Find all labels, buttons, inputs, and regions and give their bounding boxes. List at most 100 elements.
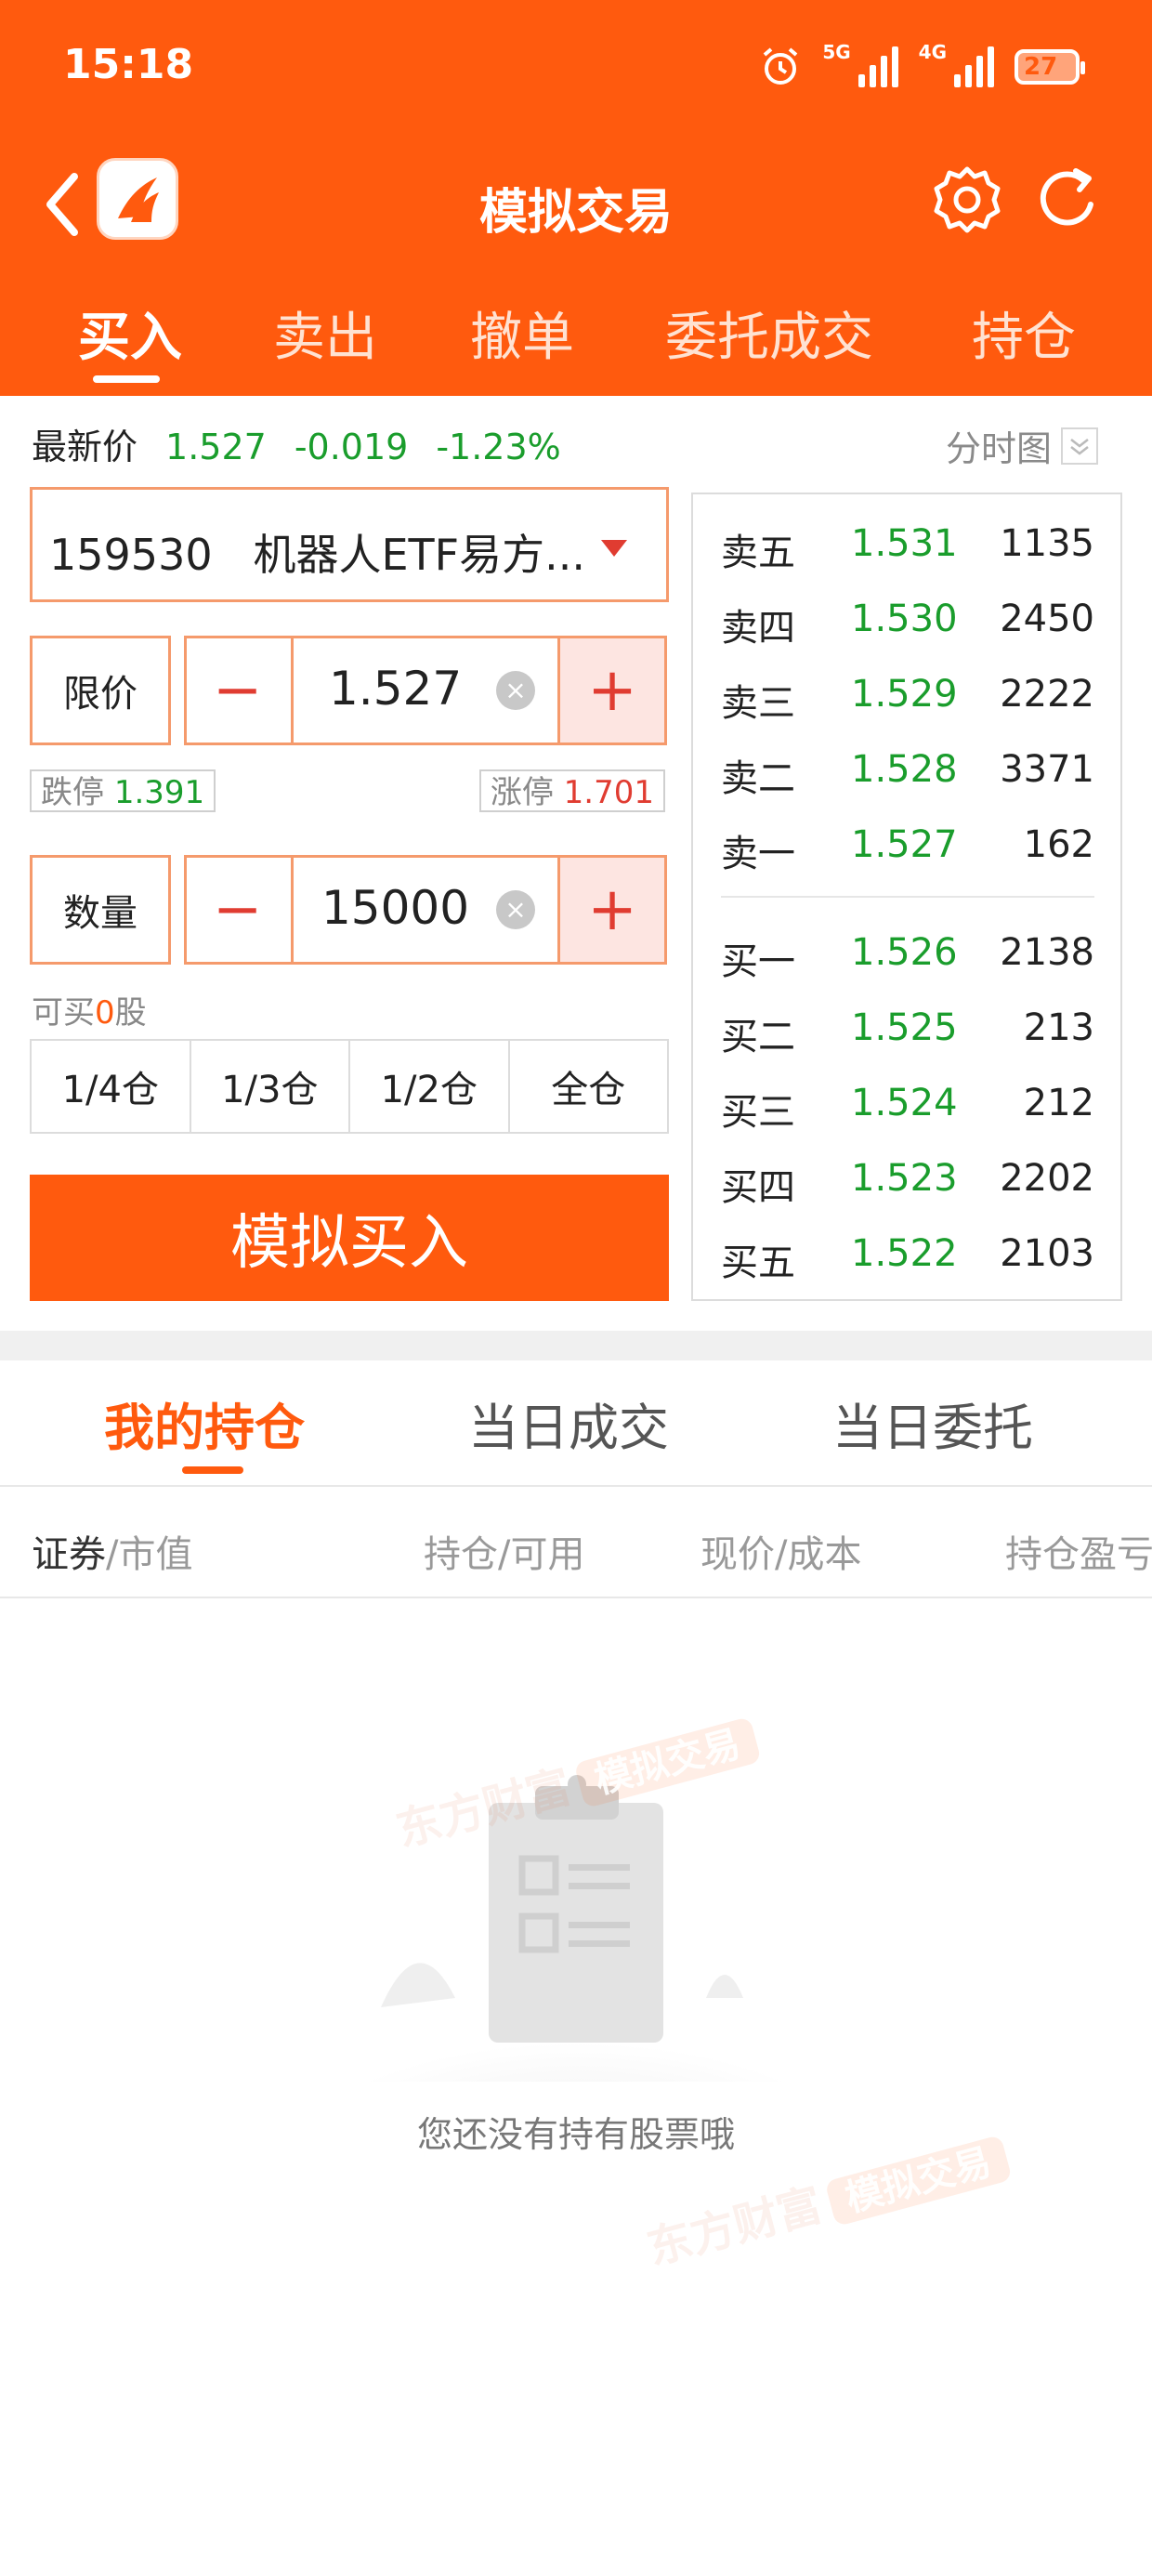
tab-buy[interactable]: 买入 bbox=[78, 296, 182, 371]
qty-input[interactable]: 15000 bbox=[321, 881, 469, 935]
col-security: 证券 bbox=[32, 1533, 106, 1576]
price-minus-button[interactable]: − bbox=[184, 636, 294, 745]
bid-price: 1.525 bbox=[851, 1006, 958, 1049]
bid-volume: 2202 bbox=[1000, 1157, 1094, 1200]
col-holding-available: 持仓/可用 bbox=[424, 1533, 585, 1576]
bid-row: 买五 1.522 2103 bbox=[693, 1232, 1120, 1288]
ask-price: 1.529 bbox=[851, 673, 958, 716]
alarm-icon bbox=[764, 47, 798, 85]
ask-name: 卖五 bbox=[721, 532, 795, 574]
limit-up-value: 1.701 bbox=[563, 774, 654, 811]
ask-name: 卖四 bbox=[721, 607, 795, 650]
order-book: 卖五 1.531 1135 卖四 1.530 2450 卖三 1.529 2222 卖二 1.… bbox=[691, 493, 1122, 1301]
position-ratio-buttons: 1/4仓 1/3仓 1/2仓 全仓 bbox=[30, 1039, 669, 1134]
simulate-buy-button[interactable]: 模拟买入 bbox=[30, 1175, 669, 1301]
ask-name: 卖一 bbox=[721, 833, 795, 875]
latest-price-line: 最新价 1.527 -0.019 -1.23% bbox=[32, 418, 589, 469]
bid-row: 买三 1.524 212 bbox=[693, 1082, 1120, 1137]
network-4g-label: 4G bbox=[918, 41, 947, 63]
ask-price: 1.527 bbox=[851, 823, 958, 866]
bid-name: 买一 bbox=[721, 940, 795, 983]
limit-down-label: 跌停 bbox=[41, 774, 104, 811]
half-position-button[interactable]: 1/2仓 bbox=[350, 1041, 510, 1132]
divider bbox=[0, 1597, 1152, 1598]
latest-price: 1.527 bbox=[165, 427, 267, 467]
gear-icon[interactable] bbox=[933, 165, 1001, 234]
price-clear-icon[interactable]: × bbox=[496, 671, 535, 710]
full-position-button[interactable]: 全仓 bbox=[510, 1041, 668, 1132]
can-buy-num: 0 bbox=[95, 994, 115, 1032]
signal-icon bbox=[857, 46, 898, 87]
can-buy-text: 可买0股 bbox=[32, 987, 147, 1032]
bid-name: 买四 bbox=[721, 1166, 795, 1209]
price-input[interactable]: 1.527 bbox=[329, 662, 462, 716]
bid-row: 买二 1.525 213 bbox=[693, 1006, 1120, 1062]
price-plus-button[interactable]: + bbox=[557, 636, 667, 745]
ask-row: 卖一 1.527 162 bbox=[693, 823, 1120, 879]
section-gap bbox=[0, 1331, 1152, 1360]
can-buy-suffix: 股 bbox=[114, 994, 147, 1032]
battery-icon: 27 bbox=[1015, 49, 1085, 85]
can-buy-prefix: 可买 bbox=[32, 994, 95, 1032]
refresh-icon[interactable] bbox=[1033, 164, 1104, 234]
divider bbox=[0, 1485, 1152, 1487]
ask-price: 1.530 bbox=[851, 598, 958, 640]
qty-clear-icon[interactable]: × bbox=[496, 890, 535, 929]
limit-down-tag: 跌停 1.391 bbox=[30, 769, 216, 812]
status-icons: 5G 4G 27 bbox=[759, 41, 1085, 93]
limit-up-label: 涨停 bbox=[490, 774, 554, 811]
ask-volume: 2450 bbox=[1000, 598, 1094, 640]
bid-price: 1.522 bbox=[851, 1232, 958, 1275]
network-5g-label: 5G bbox=[822, 41, 851, 63]
tab-today-deals[interactable]: 当日成交 bbox=[468, 1387, 669, 1460]
ask-volume: 162 bbox=[1023, 823, 1094, 866]
price-type-select[interactable]: 限价 bbox=[30, 636, 171, 745]
bid-volume: 2103 bbox=[1000, 1232, 1094, 1275]
bid-row: 买四 1.523 2202 bbox=[693, 1157, 1120, 1213]
tab-cancel[interactable]: 撤单 bbox=[470, 296, 574, 371]
ask-price: 1.528 bbox=[851, 748, 958, 791]
qty-minus-button[interactable]: − bbox=[184, 855, 294, 965]
bid-volume: 213 bbox=[1023, 1006, 1094, 1049]
tab-positions[interactable]: 持仓 bbox=[972, 296, 1076, 371]
limit-up-tag: 涨停 1.701 bbox=[478, 769, 665, 812]
ask-row: 卖五 1.531 1135 bbox=[693, 522, 1120, 578]
price-change: -0.019 bbox=[294, 427, 409, 467]
watermark-brand: 东方财富 bbox=[641, 2178, 828, 2276]
bid-row: 买一 1.526 2138 bbox=[693, 931, 1120, 987]
dropdown-triangle-icon bbox=[601, 540, 627, 557]
quarter-position-button[interactable]: 1/4仓 bbox=[32, 1041, 191, 1132]
ask-volume: 3371 bbox=[1000, 748, 1094, 791]
tab-sell[interactable]: 卖出 bbox=[273, 296, 377, 371]
intraday-chart-link[interactable]: 分时图 bbox=[946, 420, 1098, 471]
tab-orders[interactable]: 委托成交 bbox=[665, 296, 873, 371]
price-type-label: 限价 bbox=[63, 673, 137, 716]
tab-my-holdings[interactable]: 我的持仓 bbox=[104, 1387, 305, 1460]
limit-down-value: 1.391 bbox=[113, 774, 205, 811]
col-pnl: 持仓盈亏 bbox=[1005, 1533, 1152, 1576]
qty-plus-button[interactable]: + bbox=[557, 855, 667, 965]
status-time: 15:18 bbox=[63, 41, 194, 88]
trade-tabs: 买入 卖出 撤单 委托成交 持仓 bbox=[0, 279, 1152, 381]
ask-row: 卖二 1.528 3371 bbox=[693, 748, 1120, 804]
ask-volume: 1135 bbox=[1000, 522, 1094, 565]
intraday-chart-label: 分时图 bbox=[945, 428, 1052, 469]
book-divider bbox=[721, 896, 1094, 898]
bid-name: 买二 bbox=[721, 1016, 795, 1058]
latest-price-label: 最新价 bbox=[32, 427, 138, 467]
col-market-value: /市值 bbox=[106, 1533, 193, 1576]
col-price-cost: 现价/成本 bbox=[700, 1533, 862, 1576]
stock-select[interactable]: 159530 机器人ETF易方... bbox=[30, 487, 669, 602]
third-position-button[interactable]: 1/3仓 bbox=[191, 1041, 350, 1132]
bid-name: 买三 bbox=[721, 1091, 795, 1134]
col-security-value: 证券/市值 bbox=[32, 1524, 192, 1578]
ask-price: 1.531 bbox=[851, 522, 958, 565]
tab-today-orders[interactable]: 当日委托 bbox=[832, 1387, 1033, 1460]
bid-volume: 212 bbox=[1023, 1082, 1094, 1124]
qty-label: 数量 bbox=[63, 892, 137, 935]
ask-row: 卖三 1.529 2222 bbox=[693, 673, 1120, 729]
bid-name: 买五 bbox=[721, 1242, 795, 1284]
qty-label-box: 数量 bbox=[30, 855, 171, 965]
price-change-pct: -1.23% bbox=[436, 427, 561, 467]
ask-row: 卖四 1.530 2450 bbox=[693, 598, 1120, 653]
